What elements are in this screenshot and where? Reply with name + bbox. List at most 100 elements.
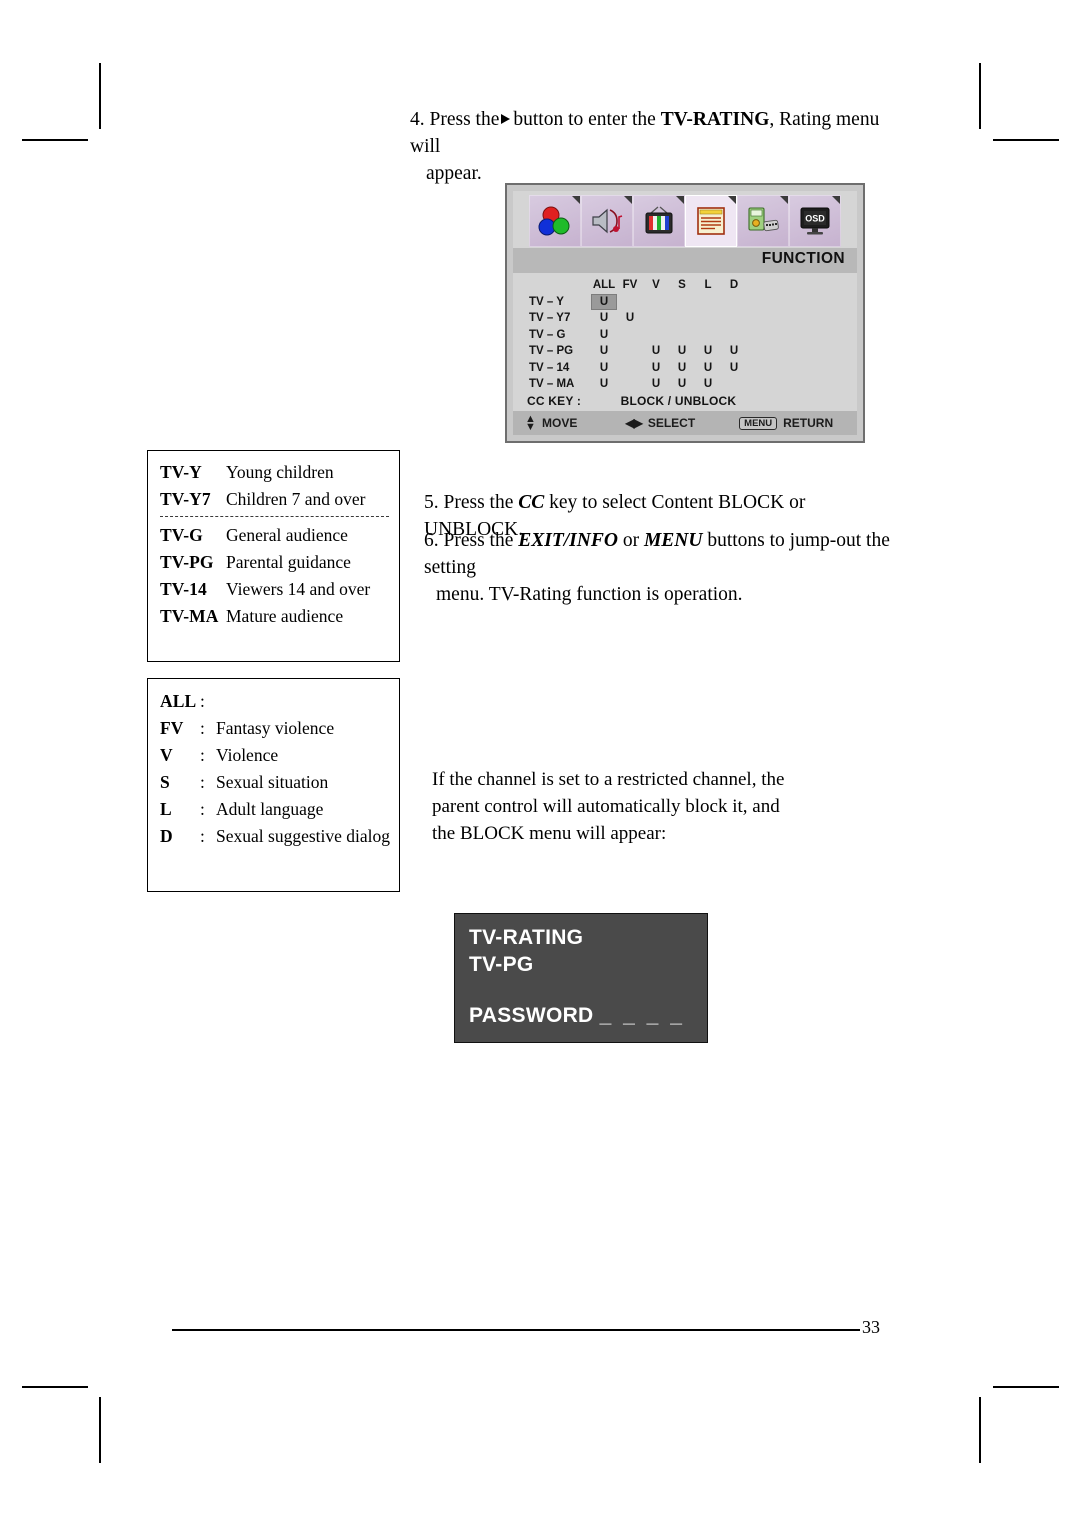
osd-tab-setup[interactable] (737, 195, 789, 247)
rating-cell[interactable] (617, 343, 643, 360)
crop-mark-top-right-horizontal (993, 139, 1059, 141)
table-row: TV – PG U U U U U (527, 343, 747, 360)
rating-cell[interactable]: U (591, 310, 617, 327)
rating-cell[interactable]: U (669, 376, 695, 393)
rating-cell[interactable] (721, 294, 747, 311)
rating-cell[interactable] (669, 310, 695, 327)
rating-col-l: L (704, 279, 712, 292)
rating-cell[interactable] (643, 294, 669, 311)
list-item: TV-Y7 Children 7 and over (148, 486, 399, 513)
step-5-text-part1: Press the (443, 492, 514, 513)
rating-cell[interactable] (695, 310, 721, 327)
step-4-text-part1: Press the (429, 109, 500, 130)
rating-cell[interactable]: U (695, 360, 721, 377)
rating-cell[interactable]: U (591, 376, 617, 393)
rating-key: TV-PG (160, 552, 214, 572)
rating-cell[interactable] (617, 327, 643, 344)
rating-grid-header-row: ALL FV V S L D (527, 277, 747, 294)
rating-key: TV-Y7 (160, 489, 211, 509)
content-description: Fantasy violence (216, 718, 335, 738)
rating-description: Parental guidance (226, 552, 351, 572)
rating-cell[interactable] (721, 376, 747, 393)
rating-cell[interactable] (695, 327, 721, 344)
list-item: D : Sexual suggestive dialog (148, 823, 399, 850)
rating-cell[interactable]: U (591, 293, 617, 310)
rating-cell[interactable] (617, 376, 643, 393)
table-row: TV – MA U U U U (527, 376, 747, 393)
rating-description: General audience (226, 525, 348, 545)
step-5-emphasis: CC (518, 492, 545, 513)
rating-cell[interactable] (669, 294, 695, 311)
rating-cell[interactable] (643, 310, 669, 327)
cc-key-value: BLOCK / UNBLOCK (620, 394, 737, 408)
content-key: L (160, 799, 172, 819)
rating-cell[interactable]: U (669, 343, 695, 360)
crop-mark-top-right-vertical (979, 63, 981, 129)
rating-description: Children 7 and over (226, 489, 366, 509)
rating-key: TV-14 (160, 579, 207, 599)
cc-key-label: CC KEY : (527, 394, 582, 408)
content-key: D (160, 826, 173, 846)
osd-hint-move[interactable]: ▲ ▼ MOVE (525, 414, 578, 433)
rating-cell[interactable]: U (591, 360, 617, 377)
rating-cell[interactable]: U (617, 310, 643, 327)
rating-key: TV-Y (160, 462, 202, 482)
rating-cell[interactable] (695, 294, 721, 311)
step-4-number: 4. (410, 109, 425, 130)
rating-col-fv: FV (622, 279, 638, 292)
password-input[interactable]: _ _ _ _ (600, 1004, 685, 1027)
osd-button-bar: ▲ ▼ MOVE ◀▶ SELECT MENU RETURN (513, 411, 857, 435)
rating-cell[interactable]: U (591, 343, 617, 360)
rating-cell[interactable]: U (721, 343, 747, 360)
list-item: V : Violence (148, 742, 399, 769)
step-6-continuation: menu. TV-Rating function is operation. (436, 584, 743, 605)
list-item: L : Adult language (148, 796, 399, 823)
osd-tab-channel[interactable] (633, 195, 685, 247)
table-row: TV – 14 U U U U U (527, 360, 747, 377)
osd-hint-select[interactable]: ◀▶ SELECT (625, 416, 695, 430)
content-legend-box: ALL : FV : Fantasy violence V : Violence… (147, 678, 400, 892)
rating-row-label: TV – Y (529, 295, 564, 308)
function-list-icon (697, 207, 725, 235)
picture-icon (538, 206, 570, 236)
rating-cell[interactable] (617, 360, 643, 377)
content-colon: : (200, 745, 205, 765)
rating-cell[interactable]: U (643, 376, 669, 393)
rating-cell[interactable]: U (669, 360, 695, 377)
rating-cell[interactable] (669, 327, 695, 344)
restricted-channel-note: If the channel is set to a restricted ch… (432, 766, 792, 847)
rating-cell[interactable]: U (643, 360, 669, 377)
password-osd-entry-row: PASSWORD _ _ _ _ (469, 1004, 685, 1028)
content-colon: : (200, 718, 205, 738)
channel-tv-icon (645, 206, 673, 234)
list-item: ALL : (148, 688, 399, 715)
rating-cell[interactable]: U (721, 360, 747, 377)
rating-cell[interactable]: U (695, 343, 721, 360)
list-item: FV : Fantasy violence (148, 715, 399, 742)
step-6-text-part1: Press the (443, 530, 514, 551)
osd-tab-audio[interactable] (581, 195, 633, 247)
cc-key-row: CC KEY : BLOCK / UNBLOCK (527, 394, 736, 408)
rating-cell[interactable] (643, 327, 669, 344)
osd-tab-function[interactable] (685, 195, 737, 247)
rating-cell[interactable]: U (695, 376, 721, 393)
rating-row-label: TV – 14 (529, 361, 570, 374)
osd-tab-osd[interactable]: OSD (789, 195, 841, 247)
rating-cell[interactable]: U (591, 327, 617, 344)
rating-row-label: TV – G (529, 328, 566, 341)
rating-cell[interactable] (721, 327, 747, 344)
crop-mark-bottom-right-vertical (979, 1397, 981, 1463)
rating-cell[interactable] (721, 310, 747, 327)
osd-tab-picture[interactable] (529, 195, 581, 247)
crop-mark-bottom-left-vertical (99, 1397, 101, 1463)
rating-cell[interactable] (617, 294, 643, 311)
step-4-text-part2: button to enter the (513, 109, 656, 130)
rating-cell[interactable]: U (643, 343, 669, 360)
list-item: TV-Y Young children (148, 459, 399, 486)
content-legend-list: ALL : FV : Fantasy violence V : Violence… (148, 679, 399, 850)
step-5-number: 5. (424, 492, 439, 513)
list-item: TV-14 Viewers 14 and over (148, 576, 399, 603)
osd-monitor-icon: OSD (800, 207, 830, 235)
osd-hint-move-label: MOVE (542, 416, 578, 430)
osd-hint-return[interactable]: MENU RETURN (739, 416, 833, 430)
